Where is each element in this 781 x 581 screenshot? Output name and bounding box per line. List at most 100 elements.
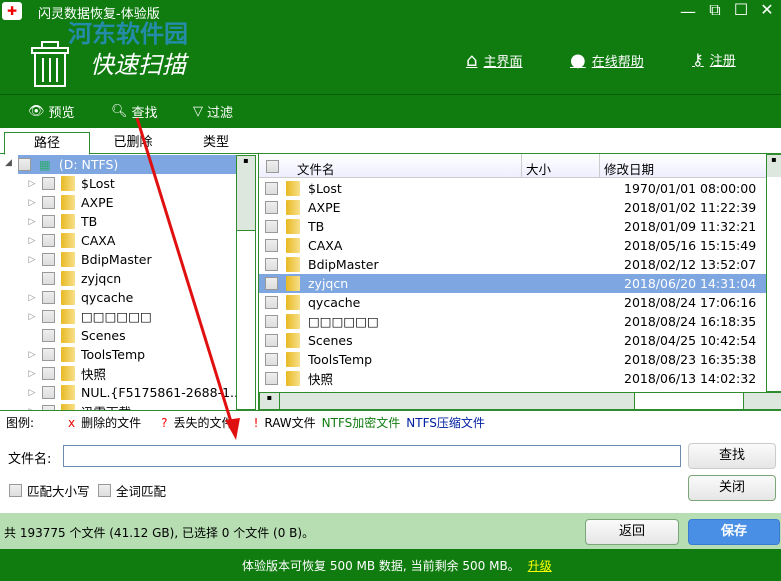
expand-icon[interactable]: ▷ xyxy=(26,350,38,360)
scroll-thumb[interactable]: ▪ xyxy=(237,156,255,231)
expand-icon[interactable]: ▷ xyxy=(26,236,38,246)
register-button[interactable]: ⚷ 注册 xyxy=(692,50,736,69)
checkbox[interactable] xyxy=(265,239,278,252)
tree-item[interactable]: ▷ AXPE xyxy=(26,193,114,212)
table-row[interactable]: CAXA 2018/05/16 15:15:49 xyxy=(259,236,766,255)
tree-item[interactable]: ▷ ToolsTemp xyxy=(26,345,145,364)
checkbox[interactable] xyxy=(9,484,22,497)
tree-item[interactable]: ▷ NUL.{F5175861-2688-1... xyxy=(26,383,242,402)
checkbox[interactable] xyxy=(265,258,278,271)
collapse-icon[interactable]: ◢ xyxy=(5,158,12,168)
checkbox[interactable] xyxy=(42,215,55,228)
expand-icon[interactable]: ▷ xyxy=(26,312,38,322)
checkbox[interactable] xyxy=(42,329,55,342)
checkbox[interactable] xyxy=(265,315,278,328)
restore-icon[interactable]: ⧉ xyxy=(703,0,727,20)
match-case-option[interactable]: 匹配大小写 xyxy=(9,481,90,500)
checkbox[interactable] xyxy=(265,277,278,290)
checkbox[interactable] xyxy=(265,334,278,347)
home-button[interactable]: ⌂ 主界面 xyxy=(466,50,522,71)
checkbox[interactable] xyxy=(42,234,55,247)
table-row[interactable]: 快照 2018/06/13 14:02:32 xyxy=(259,369,766,388)
filter-button[interactable]: ▽ 过滤 xyxy=(193,102,233,121)
checkbox[interactable] xyxy=(18,158,31,171)
checkbox[interactable] xyxy=(42,386,55,399)
table-row[interactable]: zyjqcn 2018/06/20 14:31:04 xyxy=(259,274,766,293)
tree-item[interactable]: ▷ CAXA xyxy=(26,231,115,250)
user-icon: ● xyxy=(570,50,586,71)
tree-item[interactable]: ▷ BdipMaster xyxy=(26,250,152,269)
column-name[interactable]: 文件名 xyxy=(297,159,335,178)
checkbox[interactable] xyxy=(265,296,278,309)
filename-input[interactable] xyxy=(63,445,681,467)
upgrade-link[interactable]: 升级 xyxy=(528,557,552,574)
tree-scrollbar[interactable]: ▪ xyxy=(236,155,256,410)
checkbox[interactable] xyxy=(265,220,278,233)
checkbox[interactable] xyxy=(42,272,55,285)
checkbox[interactable] xyxy=(265,201,278,214)
table-row[interactable]: □□□□□□ 2018/08/24 16:18:35 xyxy=(259,312,766,331)
table-row[interactable]: qycache 2018/08/24 17:06:16 xyxy=(259,293,766,312)
whole-word-option[interactable]: 全词匹配 xyxy=(98,481,166,500)
tab-deleted[interactable]: 已删除 xyxy=(90,132,176,154)
watermark: 河东软件园 xyxy=(68,20,188,48)
tab-path[interactable]: 路径 xyxy=(4,132,90,155)
checkbox[interactable] xyxy=(42,310,55,323)
tree-item[interactable]: ▷ □□□□□□ xyxy=(26,307,152,326)
expand-icon[interactable]: ▷ xyxy=(26,217,38,227)
select-all-checkbox[interactable] xyxy=(266,160,279,173)
checkbox[interactable] xyxy=(265,372,278,385)
drive-icon: ▦ xyxy=(39,157,51,172)
table-row[interactable]: BdipMaster 2018/02/12 13:52:07 xyxy=(259,255,766,274)
find-toolbar-button[interactable]: 🔍︎ 查找 xyxy=(111,102,158,121)
tree-item[interactable]: ▷迅雷下载 xyxy=(26,402,131,410)
column-size[interactable]: 大小 xyxy=(521,154,555,178)
expand-icon[interactable]: ▷ xyxy=(26,369,38,379)
checkbox[interactable] xyxy=(42,177,55,190)
expand-icon[interactable]: ▷ xyxy=(26,255,38,265)
save-button[interactable]: 保存 xyxy=(688,519,780,545)
list-vscrollbar[interactable]: ▪ xyxy=(766,154,781,392)
tree-item[interactable]: ▷ qycache xyxy=(26,288,133,307)
tab-type[interactable]: 类型 xyxy=(173,132,259,154)
checkbox[interactable] xyxy=(265,182,278,195)
tree-item[interactable]: ▷ TB xyxy=(26,212,97,231)
back-button[interactable]: 返回 xyxy=(585,519,679,545)
help-button[interactable]: ● 在线帮助 xyxy=(570,50,644,71)
tree-item[interactable]: ▷ $Lost xyxy=(26,174,115,193)
expand-icon[interactable]: ▷ xyxy=(26,293,38,303)
tree-item[interactable]: ▷ 快照 xyxy=(26,364,106,383)
table-row[interactable]: TB 2018/01/09 11:32:21 xyxy=(259,217,766,236)
checkbox[interactable] xyxy=(265,353,278,366)
tree-item[interactable]: zyjqcn xyxy=(26,269,121,288)
folder-icon xyxy=(61,195,75,210)
checkbox[interactable] xyxy=(42,348,55,361)
table-row[interactable]: Scenes 2018/04/25 10:42:54 xyxy=(259,331,766,350)
table-row[interactable]: $Lost 1970/01/01 08:00:00 xyxy=(259,179,766,198)
expand-icon[interactable]: ▷ xyxy=(26,198,38,208)
minimize-button[interactable]: — xyxy=(676,2,700,21)
eye-icon: 👁 xyxy=(28,104,45,119)
checkbox[interactable] xyxy=(98,484,111,497)
column-date[interactable]: 修改日期 xyxy=(599,154,658,178)
preview-button[interactable]: 👁 预览 xyxy=(28,102,75,121)
folder-icon xyxy=(286,219,300,234)
table-row[interactable]: AXPE 2018/01/02 11:22:39 xyxy=(259,198,766,217)
legend: 图例: x 删除的文件 ? 丢失的文件 ! RAW文件 NTFS加密文件 NTFS压缩… xyxy=(6,415,485,431)
tree-root[interactable]: ▦ (D: NTFS) xyxy=(18,155,236,174)
checkbox[interactable] xyxy=(42,367,55,380)
close-button[interactable]: ✕ xyxy=(755,0,779,19)
tree-item[interactable]: Scenes xyxy=(26,326,126,345)
folder-icon xyxy=(61,271,75,286)
expand-icon[interactable]: ▷ xyxy=(26,179,38,189)
maximize-button[interactable]: ☐ xyxy=(729,0,753,19)
close-search-button[interactable]: 关闭 xyxy=(688,475,776,501)
checkbox[interactable] xyxy=(42,253,55,266)
checkbox[interactable] xyxy=(42,291,55,304)
table-row[interactable]: ToolsTemp 2018/08/23 16:35:38 xyxy=(259,350,766,369)
folder-icon xyxy=(61,252,75,267)
list-hscrollbar[interactable]: ▪ xyxy=(259,392,781,410)
checkbox[interactable] xyxy=(42,196,55,209)
expand-icon[interactable]: ▷ xyxy=(26,388,38,398)
find-button[interactable]: 查找 xyxy=(688,443,776,469)
